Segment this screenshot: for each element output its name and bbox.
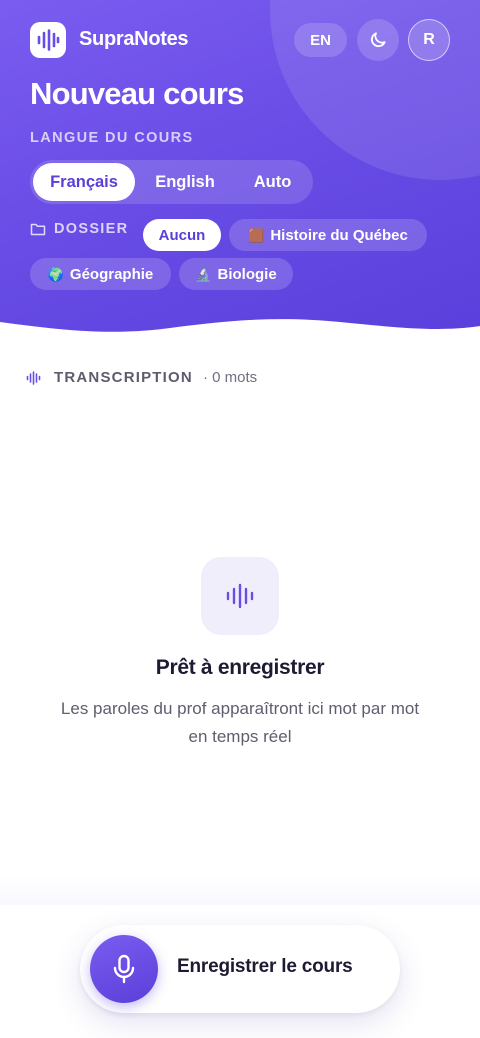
empty-state-subtitle: Les paroles du prof apparaîtront ici mot… (60, 699, 420, 746)
folder-chip-label: Géographie (69, 265, 154, 283)
theme-toggle-button[interactable] (357, 19, 399, 61)
user-avatar[interactable]: R (408, 19, 450, 61)
globe-icon: 🌍 (47, 266, 64, 282)
course-language-selector: Français English Auto (30, 160, 313, 204)
header: SupraNotes EN R Nouveau cours LANGUE DU … (0, 0, 480, 345)
folder-chip-histoire-du-quebec[interactable]: 🟫 Histoire du Québec (229, 219, 427, 251)
moon-icon (370, 32, 386, 48)
microscope-icon: 🔬 (195, 266, 212, 282)
language-toggle-button[interactable]: EN (294, 23, 347, 57)
transcription-label: TRANSCRIPTION (54, 369, 193, 386)
record-course-button[interactable]: Enregistrer le cours (80, 925, 400, 1013)
brown-square-icon: 🟫 (248, 227, 265, 243)
page-title: Nouveau cours (30, 76, 244, 111)
folder-label-row: DOSSIER (30, 221, 128, 237)
waveform-icon (226, 583, 254, 609)
language-option-english[interactable]: English (138, 163, 232, 201)
language-option-francais[interactable]: Français (33, 163, 135, 201)
folder-chip-label: Aucun (158, 226, 206, 244)
bottom-fade (0, 875, 480, 905)
empty-state-title: Prêt à enregistrer (155, 656, 325, 679)
folder-chip-label: Biologie (217, 265, 277, 283)
microphone-button[interactable] (90, 935, 158, 1003)
brand-name: SupraNotes (79, 28, 189, 50)
transcription-header: TRANSCRIPTION · 0 mots (26, 369, 257, 386)
folder-label: DOSSIER (54, 221, 129, 237)
folder-chip-geographie[interactable]: 🌍 Géographie (30, 258, 171, 290)
waveform-icon (26, 370, 41, 385)
waveform-icon (37, 29, 60, 51)
language-option-auto[interactable]: Auto (235, 163, 310, 201)
empty-state-icon-tile (201, 557, 279, 635)
record-button-label: Enregistrer le cours (177, 956, 353, 977)
folder-chip-aucun[interactable]: Aucun (143, 219, 221, 251)
course-language-label: LANGUE DU COURS (30, 130, 194, 146)
folder-chip-biologie[interactable]: 🔬 Biologie (179, 258, 293, 290)
app-logo[interactable] (30, 22, 66, 58)
word-count: · 0 mots (202, 369, 258, 386)
header-wave-divider (0, 319, 480, 345)
folder-chip-label: Histoire du Québec (270, 226, 408, 244)
folder-icon (30, 223, 46, 236)
microphone-icon (113, 954, 135, 984)
